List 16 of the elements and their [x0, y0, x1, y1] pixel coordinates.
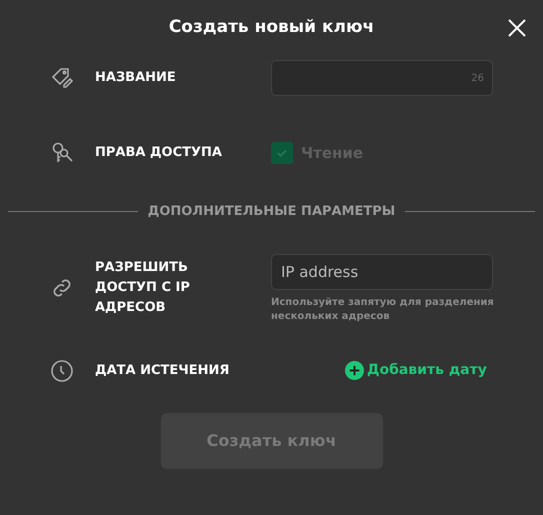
close-icon[interactable]: [507, 18, 527, 38]
field-label: НАЗВАНИЕ: [95, 69, 177, 88]
hint-text: Используйте запятую для разделения нескольких адресов: [271, 296, 495, 324]
ip-address-input[interactable]: IP address: [271, 254, 493, 290]
plus-icon: [345, 361, 364, 380]
section-heading: ДОПОЛНИТЕЛЬНЫЕ ПАРАМЕТРЫ: [148, 203, 396, 221]
add-date-button[interactable]: Добавить дату: [345, 360, 487, 381]
field-label: ПРАВА ДОСТУПА: [95, 144, 223, 162]
name-input[interactable]: 26: [271, 60, 493, 96]
clock-icon: [50, 358, 74, 382]
field-label: РАЗРЕШИТЬ ДОСТУП С IP АДРЕСОВ: [95, 258, 191, 316]
character-counter: 26: [471, 72, 484, 86]
field-label: ДАТА ИСТЕЧЕНИЯ: [95, 362, 230, 380]
dialog-title: Создать новый ключ: [168, 16, 374, 40]
keys-icon: [50, 141, 74, 165]
tag-icon: [50, 66, 74, 90]
